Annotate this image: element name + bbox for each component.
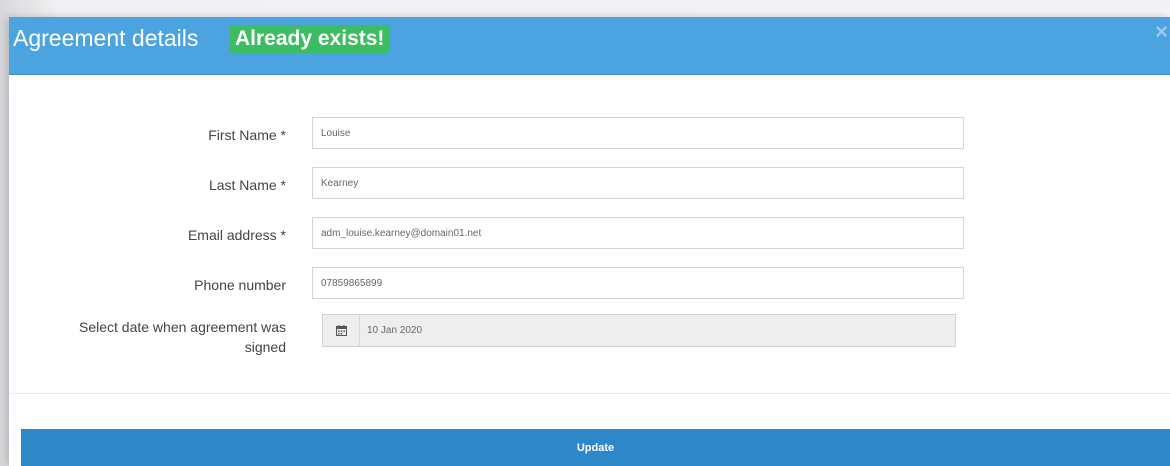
agreement-details-modal: Agreement details Already exists! × Firs… [9, 17, 1170, 466]
first-name-row: First Name * [9, 117, 1170, 151]
first-name-label: First Name * [208, 127, 286, 143]
agreement-date-row: Select date when agreement was signed 10… [9, 314, 1170, 362]
first-name-input[interactable] [312, 117, 964, 149]
agreement-date-picker[interactable]: 10 Jan 2020 [322, 314, 956, 347]
email-label: Email address * [187, 227, 286, 243]
close-icon[interactable]: × [1155, 21, 1168, 43]
email-row: Email address * [9, 217, 1170, 251]
modal-header: Agreement details Already exists! × [9, 17, 1170, 75]
modal-title: Agreement details [13, 25, 199, 51]
phone-input[interactable] [312, 267, 964, 299]
footer-divider [9, 393, 1170, 394]
phone-label: Phone number [194, 277, 286, 293]
modal-body: First Name * Last Name * Email address *… [9, 75, 1170, 393]
already-exists-badge: Already exists! [229, 25, 391, 53]
agreement-date-label: Select date when agreement was signed [26, 317, 286, 357]
agreement-date-label-line2: signed [244, 339, 286, 355]
last-name-label: Last Name * [208, 177, 286, 193]
update-button[interactable]: Update [21, 429, 1170, 466]
phone-row: Phone number [9, 267, 1170, 301]
last-name-input[interactable] [312, 167, 964, 199]
last-name-row: Last Name * [9, 167, 1170, 201]
email-input[interactable] [312, 217, 964, 249]
calendar-icon[interactable] [323, 315, 360, 346]
agreement-date-label-line1: Select date when agreement was [78, 319, 286, 335]
agreement-date-value: 10 Jan 2020 [367, 325, 423, 336]
